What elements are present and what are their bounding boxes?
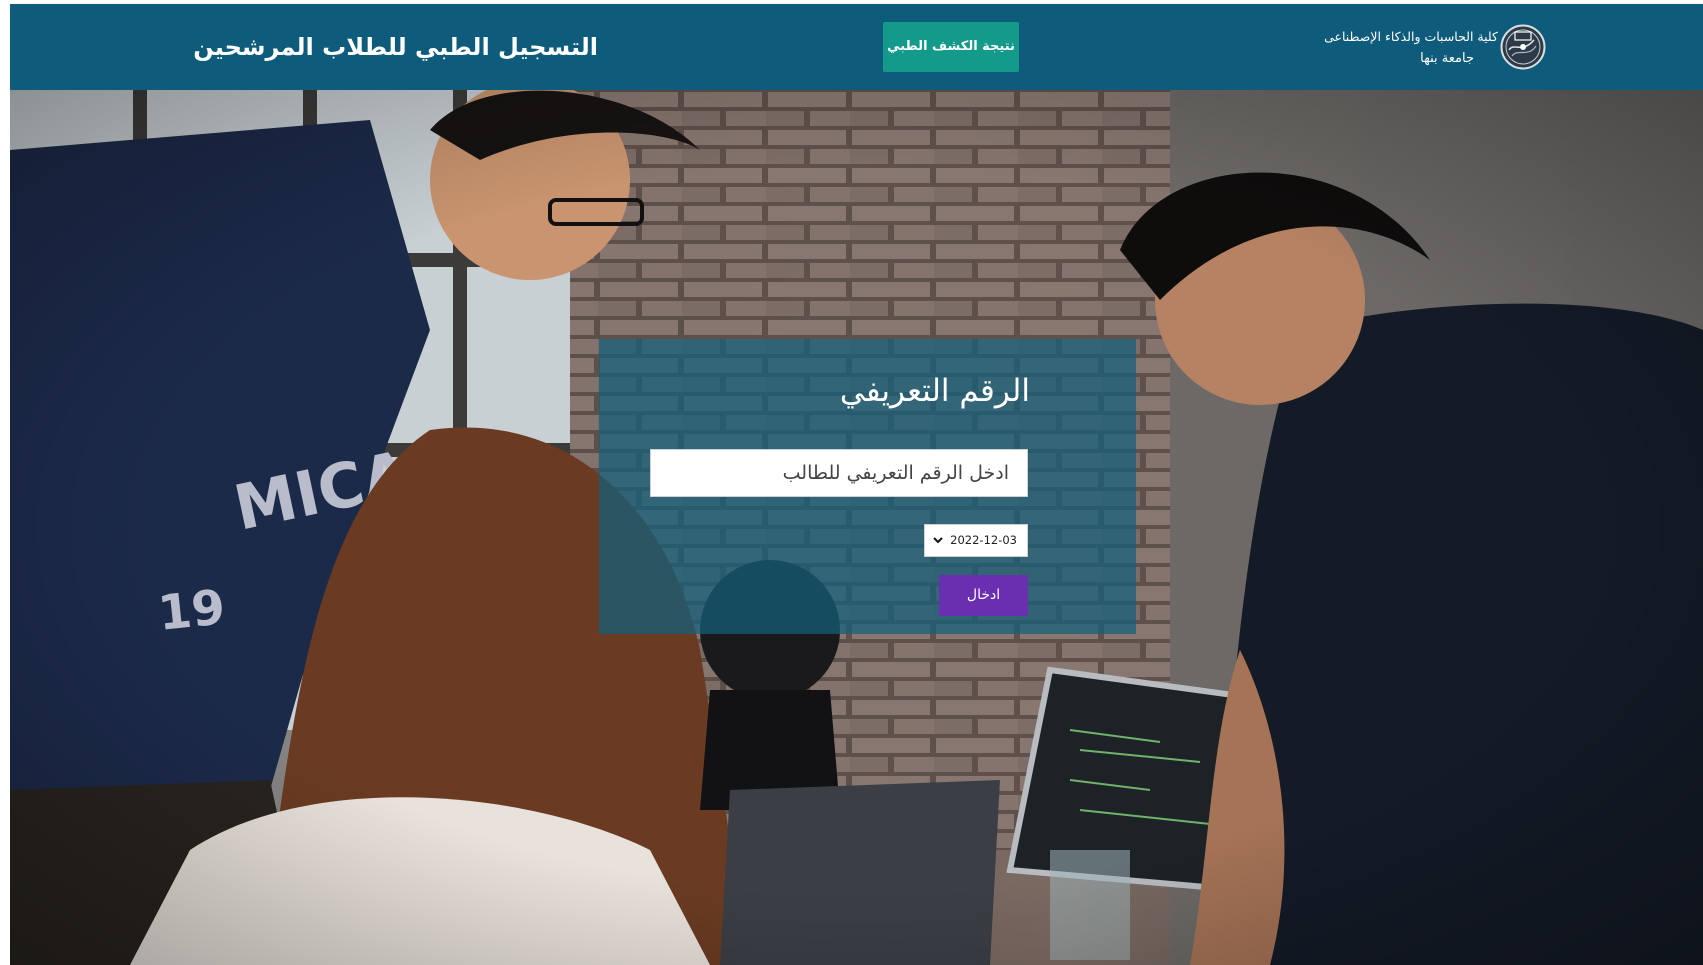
student-id-form: الرقم التعريفي 2022-12-03 ادخال (599, 339, 1136, 634)
medical-result-button[interactable]: نتيجة الكشف الطبي (883, 22, 1019, 72)
brand[interactable]: كلية الحاسبات والذكاء الإصطناعى جامعة بن… (1310, 22, 1546, 74)
date-select[interactable]: 2022-12-03 (924, 524, 1028, 557)
page-title: التسجيل الطبي للطلاب المرشحين (193, 33, 598, 61)
student-id-input[interactable] (650, 449, 1028, 497)
form-heading: الرقم التعريفي (839, 373, 1030, 409)
university-seal-icon (1500, 24, 1546, 70)
date-value: 2022-12-03 (950, 533, 1017, 547)
submit-button[interactable]: ادخال (939, 575, 1028, 616)
faculty-name: كلية الحاسبات والذكاء الإصطناعى (1324, 29, 1498, 44)
top-header: التسجيل الطبي للطلاب المرشحين نتيجة الكش… (10, 4, 1703, 90)
university-name: جامعة بنها (1420, 51, 1474, 66)
chevron-down-icon (933, 537, 943, 544)
brand-text: كلية الحاسبات والذكاء الإصطناعى جامعة بن… (1324, 26, 1498, 70)
page: التسجيل الطبي للطلاب المرشحين نتيجة الكش… (10, 4, 1703, 965)
